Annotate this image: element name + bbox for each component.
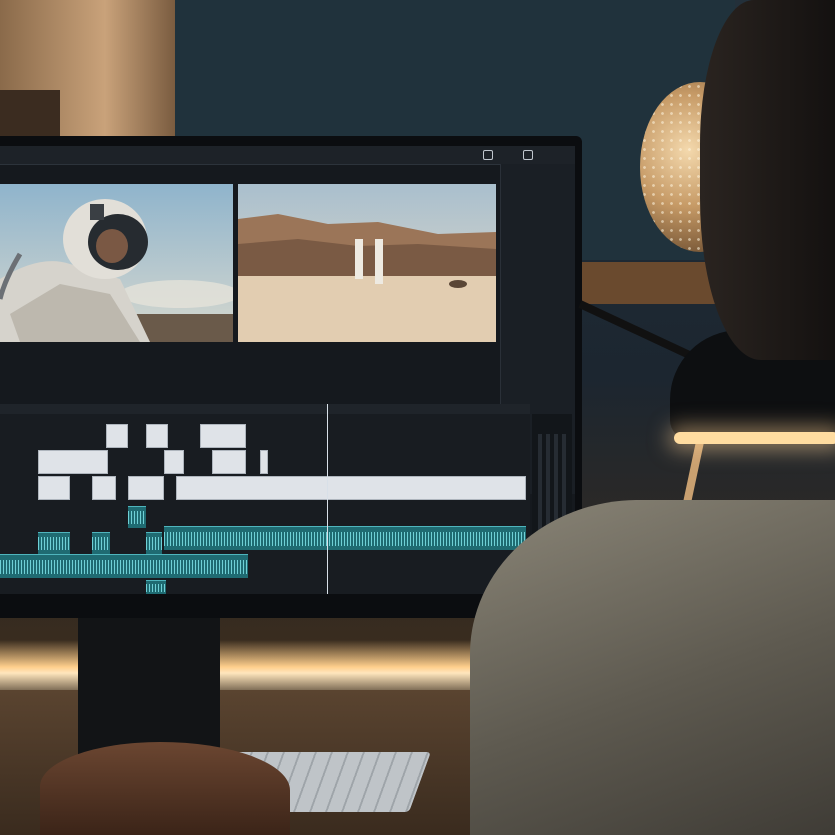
audio-clip[interactable] [146,580,166,594]
editor-person-shoulder [470,500,835,835]
video-clip[interactable] [106,424,128,448]
editor-head [700,0,835,360]
desert-frame [238,184,496,342]
source-viewer[interactable] [0,184,233,342]
editing-software-window [0,146,575,594]
astronaut-frame [0,184,233,342]
background-wall [0,0,175,140]
video-clip[interactable] [128,476,164,500]
video-clip[interactable] [260,450,268,474]
app-topbar [0,146,575,165]
audio-clip[interactable] [164,526,526,550]
video-clip[interactable] [212,450,246,474]
video-clip[interactable] [146,424,168,448]
audio-clip[interactable] [146,532,162,554]
microphone-arm [578,300,691,359]
audio-clip[interactable] [38,532,70,554]
settings-icon[interactable] [483,150,493,160]
video-clip[interactable] [38,476,70,500]
program-viewer[interactable] [238,184,496,342]
playhead[interactable] [327,404,328,594]
monitor-stand [78,612,220,762]
monitor [0,136,582,618]
video-clip[interactable] [176,476,526,500]
mode-icon[interactable] [523,150,533,160]
video-clip[interactable] [38,450,108,474]
editing-scene [0,0,835,835]
video-clip[interactable] [164,450,184,474]
video-clip[interactable] [92,476,116,500]
hand [40,742,290,835]
audio-clip[interactable] [128,506,146,528]
audio-clip[interactable] [92,532,110,554]
video-clip[interactable] [200,424,246,448]
timeline-tracks[interactable] [0,414,530,594]
wooden-shelf [580,262,720,304]
audio-clip[interactable] [0,554,248,578]
shelf [0,90,60,140]
